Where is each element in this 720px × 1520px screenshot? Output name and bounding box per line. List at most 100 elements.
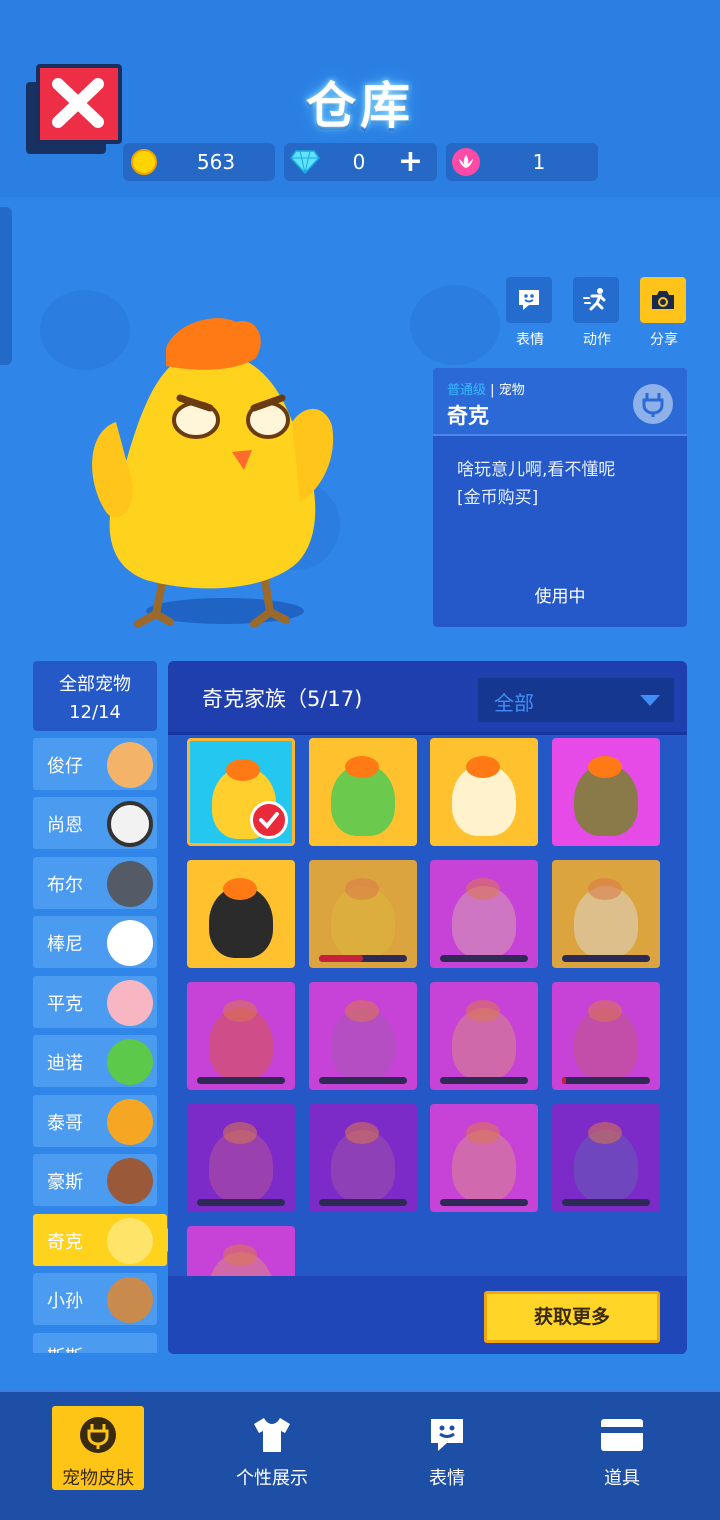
skin-crest <box>587 756 622 778</box>
skin-card[interactable] <box>430 738 538 846</box>
category-label: 奇克 <box>47 1232 83 1253</box>
skin-crest <box>344 1122 379 1144</box>
pet-type: 宠物 <box>498 383 525 398</box>
skin-crest <box>223 878 257 900</box>
category-label: 尚恩 <box>47 815 83 836</box>
nav-label: 道具 <box>604 1468 640 1489</box>
emote-button[interactable]: 表情 <box>506 277 554 349</box>
nav-pet-skin[interactable]: 宠物皮肤 <box>52 1406 144 1490</box>
category-bangni[interactable]: 棒尼 <box>33 916 157 968</box>
skin-card[interactable] <box>308 982 417 1090</box>
skin-progress-bar <box>318 1077 407 1084</box>
skin-crest <box>344 878 379 900</box>
skin-card[interactable] <box>308 738 417 846</box>
skin-card[interactable] <box>430 982 538 1090</box>
category-junzai[interactable]: 俊仔 <box>33 738 157 790</box>
pig-face-icon <box>107 980 153 1026</box>
category-haosi[interactable]: 豪斯 <box>33 1154 157 1206</box>
rabbit-face-icon <box>107 920 153 966</box>
camera-icon <box>652 291 674 309</box>
skin-progress-bar <box>440 1077 528 1084</box>
card-icon <box>601 1419 643 1451</box>
chick-face-icon <box>107 1218 153 1264</box>
dog-face-icon <box>107 742 153 788</box>
skin-character-art <box>573 1008 638 1080</box>
skin-card[interactable] <box>187 1104 295 1212</box>
action-button[interactable]: 动作 <box>573 277 621 349</box>
skin-crest <box>466 878 500 900</box>
dino-face-icon <box>107 1039 153 1085</box>
emote-icon <box>519 290 539 310</box>
get-more-button[interactable]: 获取更多 <box>484 1291 660 1343</box>
skin-character-art <box>209 1130 273 1202</box>
grade-separator: | <box>490 383 495 398</box>
category-xiaosun[interactable]: 小孙 <box>33 1273 157 1325</box>
pet-description: 啥玩意儿啊,看不懂呢 [金币购买] <box>433 436 687 512</box>
skin-character-art <box>330 886 395 958</box>
skin-panel-header: 奇克家族（5/17) 全部 <box>168 661 687 735</box>
category-pingke[interactable]: 平克 <box>33 976 157 1028</box>
side-drawer-tab[interactable] <box>0 207 12 365</box>
skin-card[interactable] <box>551 982 660 1090</box>
category-label: 棒尼 <box>47 934 83 955</box>
category-dinuo[interactable]: 迪诺 <box>33 1035 157 1087</box>
skin-panel-footer: 获取更多 <box>168 1276 687 1354</box>
diamond-icon <box>290 150 320 175</box>
category-label: 泰哥 <box>47 1113 83 1134</box>
nav-personal-display[interactable]: 个性展示 <box>226 1406 318 1490</box>
skin-card[interactable] <box>308 1104 417 1212</box>
category-label: 迪诺 <box>47 1053 83 1074</box>
emote-icon <box>431 1419 463 1451</box>
skin-card[interactable] <box>551 1104 660 1212</box>
pet-character-qike <box>92 318 334 628</box>
emote-label: 表情 <box>516 332 544 348</box>
share-button[interactable]: 分享 <box>640 277 688 349</box>
category-label: 平克 <box>47 994 83 1015</box>
category-taige[interactable]: 泰哥 <box>33 1095 157 1147</box>
skin-card[interactable] <box>551 738 660 846</box>
monkey-face-icon <box>107 1277 153 1323</box>
pet-obtain-method: [金币购买] <box>457 488 539 508</box>
skin-card[interactable] <box>551 860 660 968</box>
skin-progress-bar <box>561 1077 650 1084</box>
skin-character-art <box>209 1252 273 1276</box>
sheep-face-icon <box>107 801 153 847</box>
skin-card[interactable] <box>308 860 417 968</box>
chevron-down-icon <box>640 695 660 706</box>
skin-progress-fill <box>318 955 363 962</box>
skin-card[interactable] <box>430 860 538 968</box>
category-all-pets[interactable]: 全部宠物 12/14 <box>33 661 157 731</box>
skin-progress-fill <box>561 1077 566 1084</box>
pet-info-panel: 普通级 | 宠物 奇克 啥玩意儿啊,看不懂呢 [金币购买] 使用中 <box>433 368 687 627</box>
skin-progress-bar <box>440 955 528 962</box>
category-shangen[interactable]: 尚恩 <box>33 797 157 849</box>
category-sisi[interactable]: 斯斯 <box>33 1333 157 1353</box>
skin-progress-bar <box>197 1077 285 1084</box>
category-all-label: 全部宠物 <box>59 674 131 695</box>
skin-character-art <box>573 886 638 958</box>
nav-emote[interactable]: 表情 <box>401 1406 493 1490</box>
filter-dropdown[interactable]: 全部 <box>478 678 674 722</box>
nav-items[interactable]: 道具 <box>576 1406 668 1490</box>
action-runner-icon <box>583 288 606 311</box>
gold-coin-counter: 563 <box>123 143 275 181</box>
bull-face-icon <box>107 861 153 907</box>
skin-card[interactable] <box>187 982 295 1090</box>
skin-card[interactable] <box>187 860 295 968</box>
skin-card[interactable] <box>430 1104 538 1212</box>
add-diamond-button[interactable]: + <box>398 147 423 177</box>
category-buer[interactable]: 布尔 <box>33 857 157 909</box>
skin-crest <box>466 1000 500 1022</box>
skin-crest <box>587 1122 622 1144</box>
skin-card[interactable] <box>187 738 295 846</box>
category-label: 斯斯 <box>47 1343 83 1353</box>
skin-progress-bar <box>197 1199 285 1206</box>
category-label: 俊仔 <box>47 756 83 777</box>
skin-card[interactable] <box>187 1226 295 1276</box>
skin-character-art <box>452 1008 516 1080</box>
skin-character-art <box>330 1130 395 1202</box>
category-qike-active[interactable]: 奇克 <box>33 1214 167 1266</box>
bottom-nav: 宠物皮肤 个性展示 表情 道具 <box>0 1390 720 1520</box>
horse-face-icon <box>107 1158 153 1204</box>
top-header: 仓库 563 0 + 1 <box>0 0 720 197</box>
